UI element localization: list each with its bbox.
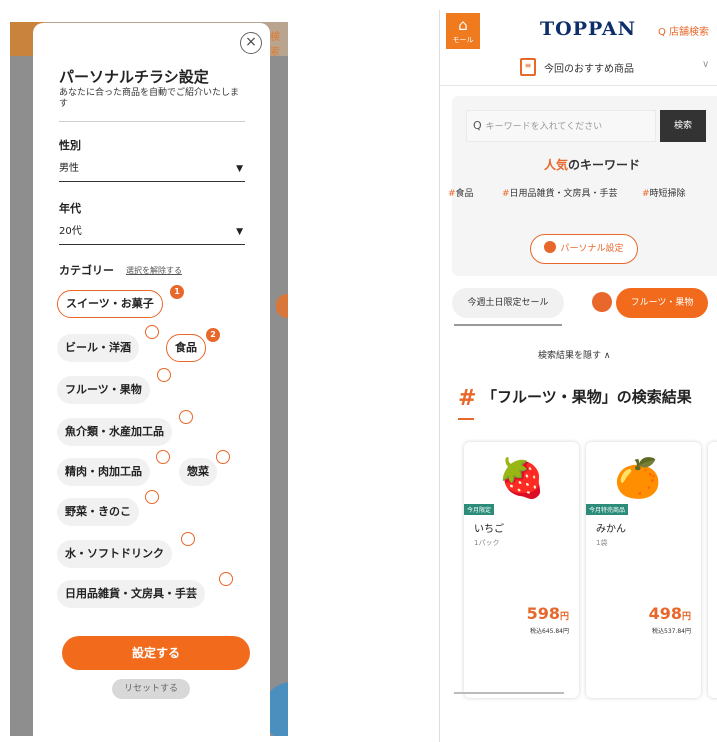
product-card[interactable]: 🍓 今月限定 いちご 1パック 598円 税込645.84円 xyxy=(464,442,579,698)
strawberry-image: 🍓 xyxy=(498,456,546,500)
tab-scroll-indicator xyxy=(454,324,562,326)
close-button[interactable]: × xyxy=(240,32,262,54)
selection-circle-icon xyxy=(157,368,171,382)
modal-divider xyxy=(59,121,245,122)
selection-circle-icon xyxy=(216,450,230,464)
product-scroll-indicator xyxy=(454,692,564,694)
modal-title: パーソナルチラシ設定 xyxy=(59,68,209,86)
selection-order-badge: 1 xyxy=(170,285,184,299)
age-value: 20代 xyxy=(59,226,82,237)
category-chip-sweets[interactable]: スイーツ・お菓子 xyxy=(57,290,163,318)
background-orange-circle xyxy=(276,294,288,318)
title-underline xyxy=(458,418,474,420)
hide-results-toggle[interactable]: 検索結果を隠す ∧ xyxy=(538,348,610,361)
price-yen: 円 xyxy=(559,612,569,622)
keyword-text: 時短掃除 xyxy=(649,189,686,199)
hash-icon: # xyxy=(642,189,650,199)
category-chip-seafood[interactable]: 魚介類・水産加工品 xyxy=(57,418,172,446)
product-tax-price: 税込537.84円 xyxy=(652,628,691,635)
gender-value: 男性 xyxy=(59,163,79,174)
selection-order-badge: 2 xyxy=(206,328,220,342)
background-header-text: 検索 xyxy=(270,32,280,58)
price-value: 598 xyxy=(526,604,560,623)
hash-icon: # xyxy=(502,189,510,199)
category-chip-vegetables[interactable]: 野菜・きのこ xyxy=(57,498,139,526)
keyword-tag[interactable]: #食品 xyxy=(448,186,474,199)
price-value: 498 xyxy=(648,604,682,623)
category-chip-meat[interactable]: 精肉・肉加工品 xyxy=(57,458,150,486)
tab-weekend-sale[interactable]: 今週土日限定セール xyxy=(452,288,564,318)
popular-highlight: 人気 xyxy=(544,158,569,172)
category-chip-beer[interactable]: ビール・洋酒 xyxy=(57,334,139,362)
chevron-down-icon: ∨ xyxy=(702,59,710,70)
category-chip-drinks[interactable]: 水・ソフトドリンク xyxy=(57,540,172,568)
modal-description: あなたに合った商品を自動でご紹介いたします xyxy=(59,88,240,109)
person-icon xyxy=(544,241,557,253)
right-screen: ⌂ モール TOPPAN Q 店舗検索 ≡ 今回のおすすめ商品 ∨ Q キーワード… xyxy=(439,10,717,742)
product-tax-price: 税込645.84円 xyxy=(530,628,569,635)
search-button[interactable]: 検索 xyxy=(660,110,706,142)
keyword-tag[interactable]: #日用品雑貨・文房具・手芸 xyxy=(502,186,618,199)
product-unit: 1パック xyxy=(474,539,500,547)
selection-circle-icon xyxy=(145,325,159,339)
home-tab-label: モール xyxy=(452,36,474,44)
dropdown-arrow-icon: ▼ xyxy=(236,164,243,174)
search-placeholder: キーワードを入れてください xyxy=(485,122,603,132)
age-select[interactable]: 20代 ▼ xyxy=(59,223,245,245)
age-label: 年代 xyxy=(59,202,81,215)
hash-icon: # xyxy=(458,386,477,411)
clear-selection-link[interactable]: 選択を解除する xyxy=(126,265,182,276)
category-chip-sundries[interactable]: 日用品雑貨・文房具・手芸 xyxy=(57,580,205,608)
person-icon xyxy=(592,292,612,312)
mall-home-tab[interactable]: ⌂ モール xyxy=(446,13,480,49)
search-icon: Q xyxy=(473,119,482,132)
search-results-title: 「フルーツ・果物」の検索結果 xyxy=(482,388,692,406)
store-search-link[interactable]: Q 店舗検索 xyxy=(658,23,709,38)
keyword-text: 日用品雑貨・文房具・手芸 xyxy=(509,189,618,199)
product-badge: 今月特売商品 xyxy=(586,504,629,515)
home-icon: ⌂ xyxy=(458,16,468,34)
popular-keywords-title: 人気のキーワード xyxy=(544,156,640,173)
submit-button[interactable]: 設定する xyxy=(62,636,250,670)
hash-icon: # xyxy=(448,189,456,199)
selection-circle-icon xyxy=(145,490,159,504)
mandarin-image: 🍊 xyxy=(614,456,662,500)
keyword-tag[interactable]: #時短掃除 xyxy=(642,186,686,199)
product-name: みかん xyxy=(596,524,626,535)
category-chip-food[interactable]: 食品 xyxy=(166,334,206,362)
product-card[interactable]: 🍊 今月特売商品 みかん 1袋 498円 税込537.84円 xyxy=(586,442,701,698)
price-yen: 円 xyxy=(681,612,691,622)
gender-label: 性別 xyxy=(59,139,81,152)
personal-settings-label: パーソナル設定 xyxy=(560,244,624,254)
selection-circle-icon xyxy=(181,532,195,546)
category-chip-fruit[interactable]: フルーツ・果物 xyxy=(57,376,150,404)
selection-circle-icon xyxy=(156,450,170,464)
selection-circle-icon xyxy=(179,410,193,424)
category-label: カテゴリー xyxy=(59,264,114,277)
toppan-logo[interactable]: TOPPAN xyxy=(540,18,636,40)
flyer-icon: ≡ xyxy=(520,58,536,76)
app-header: ⌂ モール TOPPAN Q 店舗検索 xyxy=(440,10,717,49)
tab-fruit[interactable]: フルーツ・果物 xyxy=(616,288,708,318)
keyword-text: 食品 xyxy=(455,189,474,199)
keyword-search-input[interactable]: Q キーワードを入れてください xyxy=(466,110,656,142)
reset-button[interactable]: リセットする xyxy=(112,679,190,699)
popular-suffix: のキーワード xyxy=(568,158,641,172)
gender-select[interactable]: 男性 ▼ xyxy=(59,160,245,182)
dropdown-arrow-icon: ▼ xyxy=(236,227,243,237)
selection-circle-icon xyxy=(219,572,233,586)
recommended-products-bar[interactable]: ≡ 今回のおすすめ商品 ∨ xyxy=(440,56,717,86)
recommended-label: 今回のおすすめ商品 xyxy=(544,64,634,75)
product-price: 598円 xyxy=(527,604,569,623)
category-chip-deli[interactable]: 惣菜 xyxy=(179,458,217,486)
product-unit: 1袋 xyxy=(596,539,608,547)
product-price: 498円 xyxy=(649,604,691,623)
product-badge: 今月限定 xyxy=(464,504,495,515)
product-card-partial[interactable] xyxy=(708,442,717,698)
product-name: いちご xyxy=(474,524,504,535)
personal-settings-button[interactable]: パーソナル設定 xyxy=(530,234,638,264)
